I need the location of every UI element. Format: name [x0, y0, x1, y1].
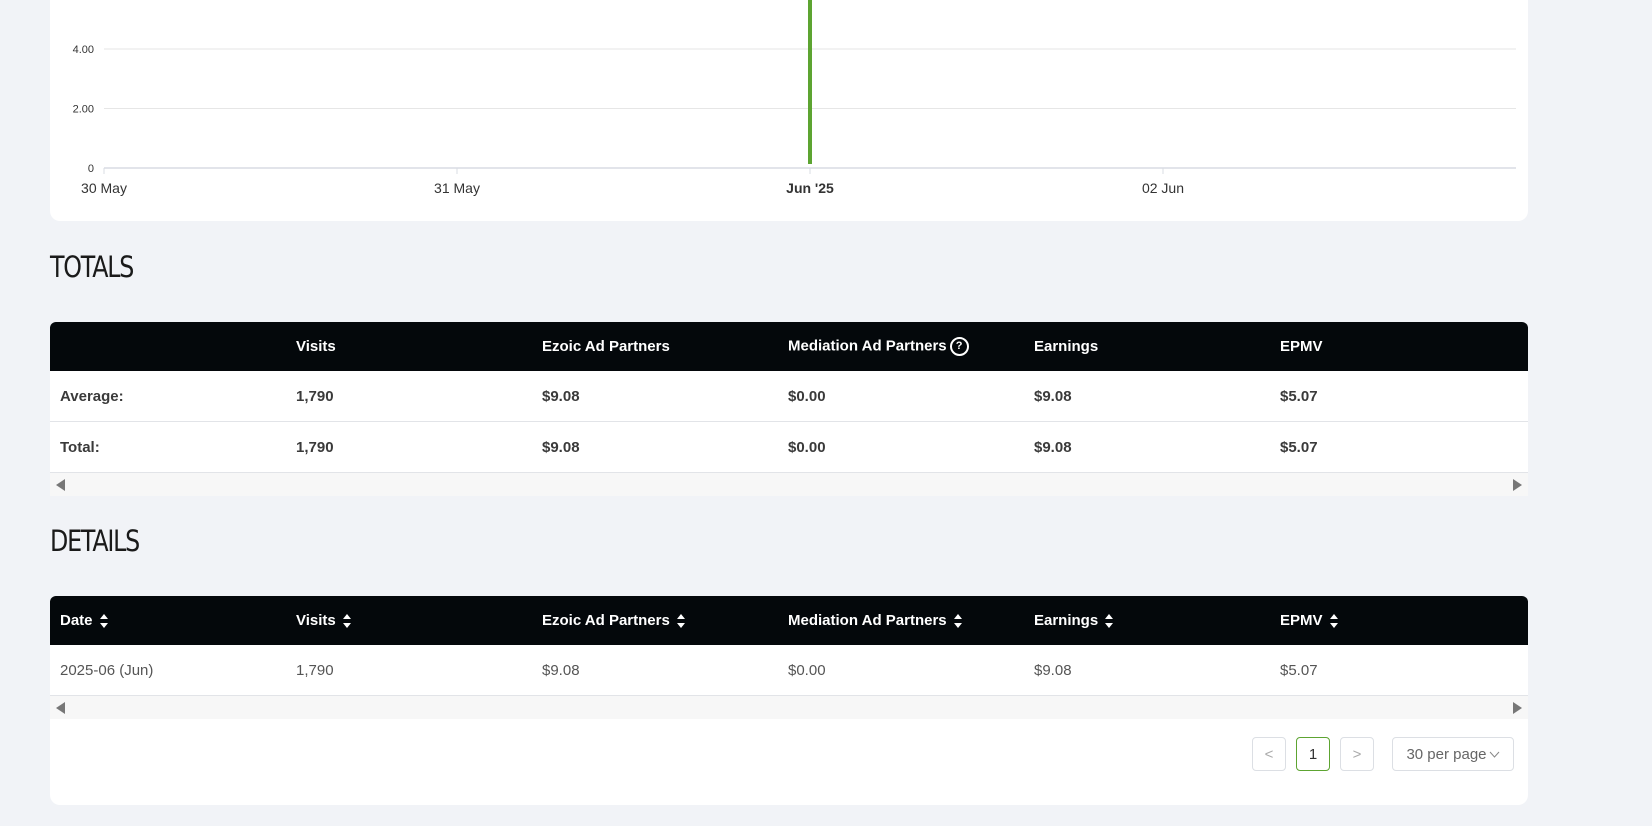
scroll-right-arrow-icon[interactable] — [1511, 702, 1523, 714]
table-cell: $0.00 — [788, 387, 826, 405]
sort-epmv-header[interactable]: EPMV — [1280, 612, 1526, 629]
pagination: < 1 > 30 per page — [1252, 737, 1514, 771]
earnings-chart: 0 2.00 4.00 30 May 31 May Jun '25 02 Jun — [73, 0, 1516, 196]
table-cell: $9.08 — [542, 661, 580, 679]
scroll-right-arrow-icon[interactable] — [1511, 479, 1523, 491]
header-label: Ezoic Ad Partners — [542, 612, 670, 629]
sort-icon[interactable] — [1329, 614, 1338, 629]
per-page-select[interactable]: 30 per page — [1392, 737, 1514, 771]
prev-page-button[interactable]: < — [1252, 737, 1286, 771]
table-cell: Average: — [60, 387, 124, 405]
scroll-left-arrow-icon[interactable] — [55, 702, 67, 714]
header-label: Date — [60, 612, 93, 629]
table-cell: 1,790 — [296, 661, 334, 679]
table-cell: $0.00 — [788, 661, 826, 679]
table-cell: $5.07 — [1280, 438, 1318, 456]
next-page-button[interactable]: > — [1340, 737, 1374, 771]
details-title: DETAILS — [50, 524, 140, 558]
sort-earnings-header[interactable]: Earnings — [1034, 612, 1280, 629]
totals-table: Visits Ezoic Ad Partners Mediation Ad Pa… — [50, 322, 1528, 496]
table-cell: $9.08 — [1034, 387, 1072, 405]
x-tick-label: 31 May — [434, 180, 480, 196]
y-tick-label: 2.00 — [73, 104, 94, 116]
details-table: Date Visits Ezoic Ad Partners Mediation … — [50, 596, 1528, 805]
sort-icon[interactable] — [953, 614, 962, 629]
header-label: Visits — [296, 612, 336, 629]
sort-icon[interactable] — [676, 614, 685, 629]
table-cell: $9.08 — [542, 438, 580, 456]
chevron-down-icon — [1489, 751, 1499, 758]
y-tick-label: 0 — [88, 163, 94, 175]
totals-header-row: Visits Ezoic Ad Partners Mediation Ad Pa… — [50, 322, 1528, 371]
table-cell: $9.08 — [542, 387, 580, 405]
chart-card: 0 2.00 4.00 30 May 31 May Jun '25 02 Jun — [50, 0, 1528, 221]
header-label: EPMV — [1280, 612, 1323, 629]
totals-header-epmv: EPMV — [1280, 338, 1323, 355]
sort-icon[interactable] — [1105, 614, 1114, 629]
sort-icon[interactable] — [342, 614, 351, 629]
table-cell: 1,790 — [296, 387, 334, 405]
sort-visits-header[interactable]: Visits — [296, 612, 542, 629]
x-tick-label: 30 May — [81, 180, 127, 196]
per-page-label: 30 per page — [1406, 745, 1487, 763]
header-label: Earnings — [1034, 612, 1099, 629]
chart-bar[interactable] — [808, 0, 812, 164]
details-header-row: Date Visits Ezoic Ad Partners Mediation … — [50, 596, 1528, 645]
table-cell: 2025-06 (Jun) — [60, 661, 154, 679]
table-cell: $0.00 — [788, 438, 826, 456]
x-tick-label: Jun '25 — [786, 180, 834, 196]
table-cell: $5.07 — [1280, 661, 1318, 679]
page-number-button[interactable]: 1 — [1296, 737, 1330, 771]
x-tick-label: 02 Jun — [1142, 180, 1184, 196]
totals-header-mediation: Mediation Ad Partners? — [788, 337, 1034, 356]
table-cell: Total: — [60, 438, 100, 456]
table-cell: $9.08 — [1034, 438, 1072, 456]
y-tick-label: 4.00 — [73, 44, 94, 56]
totals-header-visits: Visits — [296, 338, 336, 355]
totals-row-average: Average: 1,790 $9.08 $0.00 $9.08 $5.07 — [50, 371, 1528, 422]
header-label: Mediation Ad Partners — [788, 612, 947, 629]
scroll-left-arrow-icon[interactable] — [55, 479, 67, 491]
totals-row-total: Total: 1,790 $9.08 $0.00 $9.08 $5.07 — [50, 422, 1528, 473]
help-icon[interactable]: ? — [949, 337, 969, 356]
totals-horizontal-scrollbar[interactable] — [50, 473, 1528, 496]
totals-title: TOTALS — [50, 250, 134, 284]
totals-header-mediation-label: Mediation Ad Partners — [788, 337, 947, 355]
details-horizontal-scrollbar[interactable] — [50, 696, 1528, 719]
table-cell: 1,790 — [296, 438, 334, 456]
sort-icon[interactable] — [99, 614, 108, 629]
table-row: 2025-06 (Jun) 1,790 $9.08 $0.00 $9.08 $5… — [50, 645, 1528, 696]
totals-header-earnings: Earnings — [1034, 338, 1099, 355]
totals-header-ezoic: Ezoic Ad Partners — [542, 338, 670, 355]
table-cell: $5.07 — [1280, 387, 1318, 405]
table-cell: $9.08 — [1034, 661, 1072, 679]
sort-mediation-header[interactable]: Mediation Ad Partners — [788, 612, 1034, 629]
sort-date-header[interactable]: Date — [50, 612, 296, 629]
sort-ezoic-header[interactable]: Ezoic Ad Partners — [542, 612, 788, 629]
